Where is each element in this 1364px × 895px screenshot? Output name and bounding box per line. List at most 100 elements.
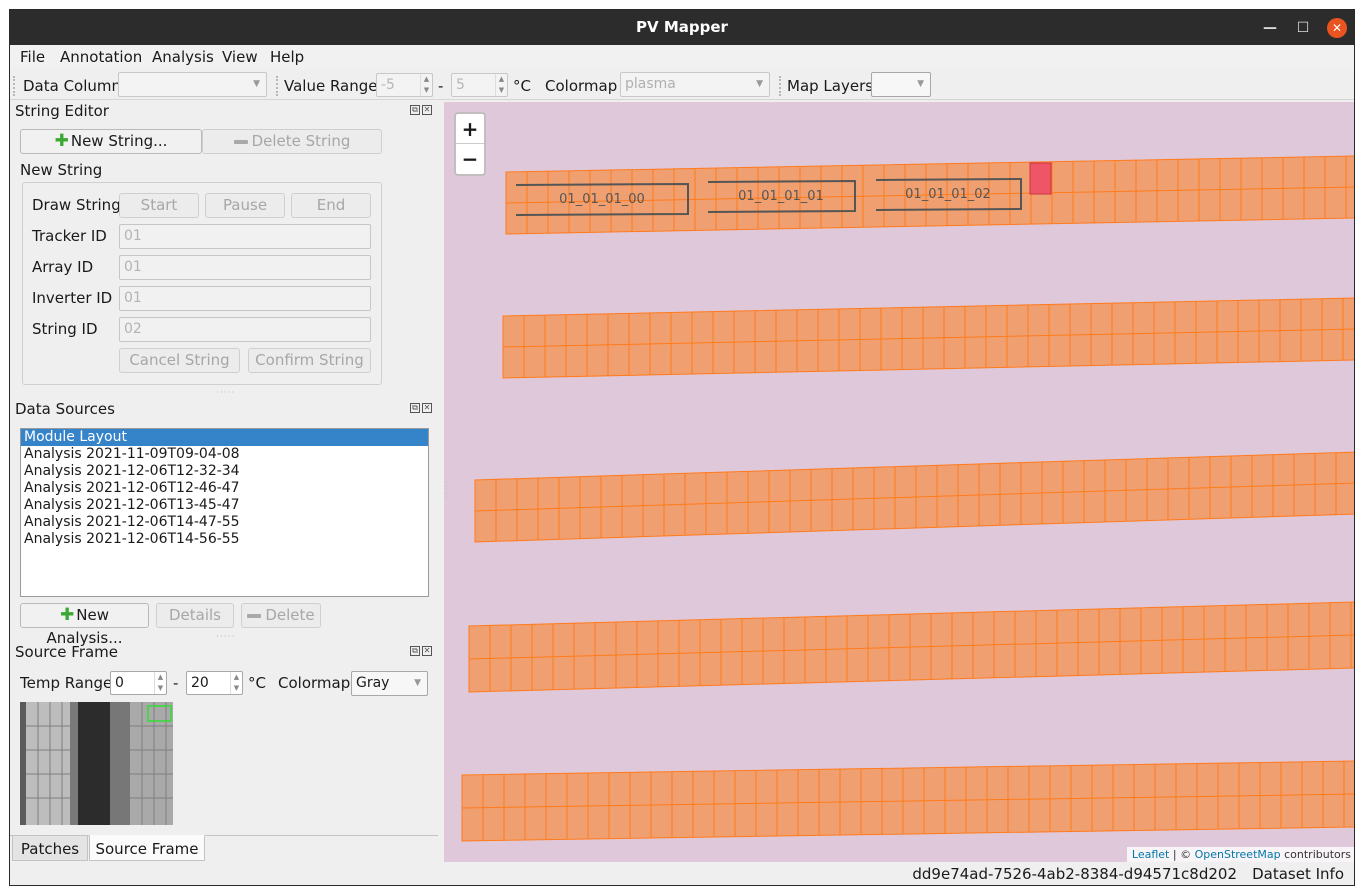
string-editor-title: String Editor	[15, 102, 109, 120]
close-icon[interactable]: ✕	[1327, 18, 1347, 38]
delete-string-button[interactable]: Delete String	[202, 129, 382, 154]
menu-analysis[interactable]: Analysis	[152, 48, 214, 66]
source-colormap-select[interactable]: Gray ▼	[351, 671, 428, 696]
map-layers-label: Map Layers	[787, 77, 874, 95]
zoom-out-button[interactable]: −	[456, 144, 484, 174]
tab-patches[interactable]: Patches	[12, 835, 88, 861]
string-id-field[interactable]: 02	[119, 317, 371, 342]
leaflet-link[interactable]: Leaflet	[1132, 848, 1169, 861]
draw-string-label: Draw String	[32, 196, 121, 214]
cancel-string-button[interactable]: Cancel String	[119, 348, 240, 373]
close-icon[interactable]: ✕	[422, 646, 432, 656]
menu-view[interactable]: View	[222, 48, 258, 66]
menu-annotation[interactable]: Annotation	[60, 48, 142, 66]
maximize-icon[interactable]: ☐	[1293, 18, 1313, 38]
splitter-handle[interactable]: ·····	[216, 632, 235, 642]
data-column-select[interactable]: ▼	[118, 72, 267, 97]
toolbar-separator	[276, 76, 280, 96]
range-separator: -	[438, 77, 444, 95]
data-sources-dock-buttons: ⧉ ✕	[408, 402, 432, 413]
selected-module[interactable]	[1029, 162, 1052, 195]
details-button[interactable]: Details	[156, 603, 234, 628]
close-icon[interactable]: ✕	[422, 105, 432, 115]
list-item[interactable]: Analysis 2021-11-09T09-04-08	[21, 446, 428, 463]
zoom-control: + −	[454, 112, 486, 176]
list-item[interactable]: Analysis 2021-12-06T13-45-47	[21, 497, 428, 514]
delete-analysis-button[interactable]: Delete	[241, 603, 321, 628]
spin-arrows-icon[interactable]: ▲ ▼	[420, 74, 432, 96]
string-editor-dock-buttons: ⧉ ✕	[408, 104, 432, 115]
osm-link[interactable]: OpenStreetMap	[1195, 848, 1281, 861]
map-layers-select[interactable]: ▼	[871, 72, 931, 97]
spin-arrows-icon[interactable]: ▲ ▼	[495, 74, 507, 96]
temp-min-spinbox[interactable]: 0 ▲ ▼	[110, 671, 167, 695]
data-sources-list[interactable]: Module Layout Analysis 2021-11-09T09-04-…	[20, 428, 429, 597]
tracker-id-field[interactable]: 01	[119, 224, 371, 249]
end-button[interactable]: End	[291, 193, 371, 218]
range-min-spinbox[interactable]: -5 ▲ ▼	[376, 73, 433, 97]
main-window: PV Mapper — ☐ ✕ File Annotation Analysis…	[9, 9, 1355, 886]
title-bar: PV Mapper — ☐ ✕	[10, 10, 1354, 45]
pause-button[interactable]: Pause	[205, 193, 285, 218]
close-icon[interactable]: ✕	[422, 403, 432, 413]
chevron-down-icon: ▼	[756, 79, 763, 89]
map-canvas[interactable]: 01_01_01_00 01_01_01_01 01_01_01_02	[444, 102, 1355, 863]
module-rows	[461, 155, 1354, 842]
new-string-group-title: New String	[20, 161, 103, 179]
temp-unit-label: °C	[248, 674, 266, 692]
temp-range-label: Temp Range	[20, 674, 113, 692]
map-view[interactable]: 01_01_01_00 01_01_01_01 01_01_01_02 + − Le…	[444, 102, 1355, 863]
colormap-select[interactable]: plasma ▼	[620, 72, 770, 97]
range-max-spinbox[interactable]: 5 ▲ ▼	[451, 73, 508, 97]
chevron-down-icon: ▼	[253, 79, 260, 89]
float-icon[interactable]: ⧉	[410, 646, 420, 656]
list-item[interactable]: Analysis 2021-12-06T12-46-47	[21, 480, 428, 497]
unit-label: °C	[513, 77, 531, 95]
toolbar-handle[interactable]	[13, 76, 17, 96]
chevron-down-icon: ▼	[414, 678, 421, 688]
toolbar-separator	[779, 76, 783, 96]
list-item[interactable]: Module Layout	[21, 429, 428, 446]
minus-icon	[233, 139, 248, 144]
list-item[interactable]: Analysis 2021-12-06T12-32-34	[21, 463, 428, 480]
start-button[interactable]: Start	[119, 193, 199, 218]
spin-arrows-icon[interactable]: ▲ ▼	[230, 672, 242, 694]
temp-max-spinbox[interactable]: 20 ▲ ▼	[186, 671, 243, 695]
float-icon[interactable]: ⧉	[410, 403, 420, 413]
inverter-id-field[interactable]: 01	[119, 286, 371, 311]
tab-source-frame[interactable]: Source Frame	[89, 835, 205, 861]
string-id-label: String ID	[32, 320, 98, 338]
array-id-label: Array ID	[32, 258, 94, 276]
list-item[interactable]: Analysis 2021-12-06T14-47-55	[21, 514, 428, 531]
spin-arrows-icon[interactable]: ▲ ▼	[154, 672, 166, 694]
status-bar: dd9e74ad-7526-4ab2-8384-d94571c8d202 Dat…	[10, 862, 1354, 885]
new-analysis-button[interactable]: ✚ New Analysis...	[20, 603, 149, 647]
confirm-string-button[interactable]: Confirm String	[248, 348, 371, 373]
data-column-label: Data Column	[23, 77, 122, 95]
temp-range-separator: -	[173, 674, 179, 692]
dataset-info[interactable]: Dataset Info	[1252, 865, 1344, 883]
minimize-icon[interactable]: —	[1260, 18, 1280, 38]
value-range-label: Value Range	[284, 77, 378, 95]
toolbar: Data Column ▼ Value Range -5 ▲ ▼ - 5 ▲ ▼ °C …	[10, 70, 1354, 100]
thermal-frame-graphic	[20, 702, 173, 825]
float-icon[interactable]: ⧉	[410, 105, 420, 115]
menu-bar: File Annotation Analysis View Help	[10, 45, 1354, 68]
source-frame-image	[20, 702, 173, 825]
splitter-handle[interactable]: ·····	[440, 480, 450, 499]
menu-file[interactable]: File	[20, 48, 45, 66]
tracker-id-label: Tracker ID	[32, 227, 107, 245]
minus-icon	[247, 613, 262, 618]
new-string-button[interactable]: ✚ New String...	[20, 129, 202, 154]
zoom-in-button[interactable]: +	[456, 114, 484, 144]
plus-icon: ✚	[54, 131, 69, 151]
array-id-field[interactable]: 01	[119, 255, 371, 280]
plus-icon: ✚	[60, 605, 75, 625]
source-colormap-label: Colormap	[278, 674, 351, 692]
menu-help[interactable]: Help	[270, 48, 304, 66]
map-attribution: Leaflet | © OpenStreetMap contributors	[1126, 847, 1354, 863]
inverter-id-label: Inverter ID	[32, 289, 113, 307]
splitter-handle[interactable]: ·····	[216, 388, 235, 398]
list-item[interactable]: Analysis 2021-12-06T14-56-55	[21, 531, 428, 548]
source-frame-title: Source Frame	[15, 643, 119, 661]
